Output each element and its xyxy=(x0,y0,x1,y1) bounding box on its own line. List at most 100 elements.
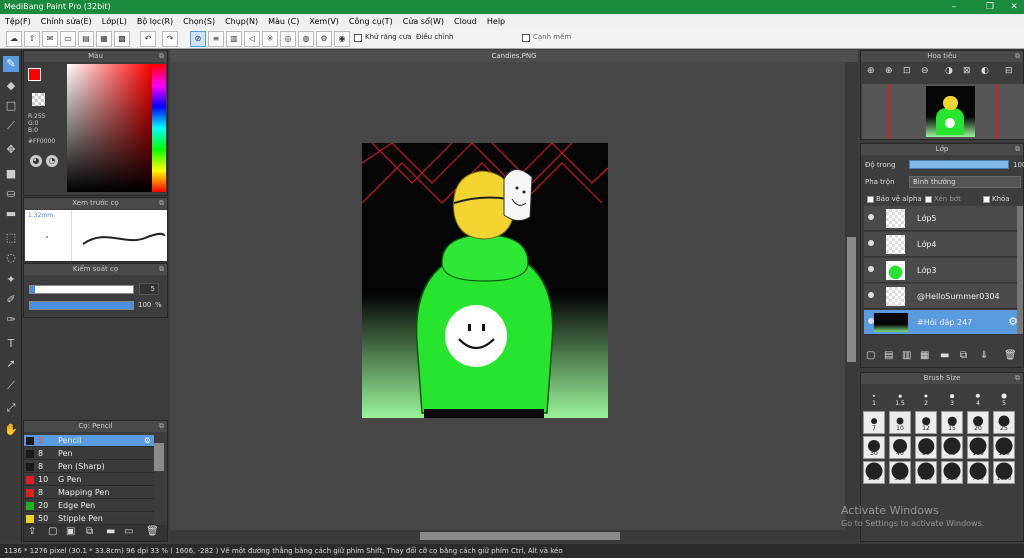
brush-size-option[interactable]: 500 xyxy=(941,461,963,484)
redo-icon[interactable]: ↷ xyxy=(162,31,178,47)
lasso-tool-icon[interactable]: ◌ xyxy=(3,250,19,266)
antialias-checkbox[interactable] xyxy=(354,34,362,42)
brush-size-option[interactable]: 5 xyxy=(993,386,1015,409)
brush-size-option[interactable]: 20 xyxy=(967,411,989,434)
layer-item[interactable]: Lớp5 xyxy=(864,206,1022,231)
minimize-icon[interactable]: – xyxy=(944,0,964,14)
menu-layer[interactable]: Lớp(L) xyxy=(97,14,132,29)
brush-cloud-icon[interactable]: ▭ xyxy=(124,526,133,537)
brush-size-option[interactable]: 3 xyxy=(941,386,963,409)
brush-item[interactable]: 20 Edge Pen xyxy=(24,500,154,512)
circle-snap-icon[interactable]: ◎ xyxy=(280,31,296,47)
brush-delete-icon[interactable]: 🗑 xyxy=(146,526,159,537)
brush-item[interactable]: 50 Stipple Pen xyxy=(24,513,154,525)
new-halftone-layer-icon[interactable]: ▤ xyxy=(884,350,893,361)
merge-layer-icon[interactable]: ⇓ xyxy=(980,350,988,361)
blend-mode-select[interactable]: Bình thường xyxy=(909,176,1021,188)
primary-color-swatch[interactable] xyxy=(28,68,41,81)
soft-edge-checkbox[interactable] xyxy=(522,34,530,42)
protect-alpha-checkbox[interactable] xyxy=(867,195,874,203)
brush-item[interactable]: 5 Pencil ⚙ xyxy=(24,435,154,447)
brush-size-option[interactable]: 70 xyxy=(941,436,963,459)
text-tool-icon[interactable]: T xyxy=(3,336,19,352)
brush-item[interactable]: 8 Pen xyxy=(24,448,154,460)
protect-alpha-toggle[interactable]: Bảo vệ alpha xyxy=(867,195,922,203)
menu-color[interactable]: Màu (C) xyxy=(263,14,304,29)
new-8bit-layer-icon[interactable]: ▥ xyxy=(902,350,911,361)
upload-icon[interactable]: ⇧ xyxy=(24,31,40,47)
maximize-icon[interactable]: ⧉ xyxy=(1015,373,1020,384)
brush-size-option[interactable]: 400 xyxy=(915,461,937,484)
menu-view[interactable]: Xem(V) xyxy=(304,14,344,29)
visibility-eye-icon[interactable] xyxy=(868,292,874,298)
transparent-swatch[interactable] xyxy=(32,93,45,106)
gear-icon[interactable]: ⚙ xyxy=(144,435,151,447)
rotate-right-icon[interactable]: ◐ xyxy=(981,66,989,76)
layer-folder-icon[interactable]: ▬ xyxy=(940,350,949,361)
bucket-tool-icon[interactable]: ⛀ xyxy=(3,186,19,202)
move-tool-icon[interactable]: ✥ xyxy=(3,142,19,158)
brush-size-option[interactable]: 150 xyxy=(993,436,1015,459)
lock-toggle[interactable]: Khóa xyxy=(983,195,1010,203)
menu-edit[interactable]: Chỉnh sửa(E) xyxy=(36,14,97,29)
saturation-value-picker[interactable] xyxy=(67,64,152,192)
maximize-icon[interactable]: ⧉ xyxy=(1015,144,1020,155)
visibility-eye-icon[interactable] xyxy=(868,266,874,272)
brush-size-option[interactable]: 12 xyxy=(915,411,937,434)
dot-tool-icon[interactable]: ⟋ xyxy=(3,118,19,134)
brush-size-option[interactable]: 700 xyxy=(967,461,989,484)
maximize-icon[interactable]: ⧉ xyxy=(1015,51,1020,62)
brush-size-option[interactable]: 300 xyxy=(889,461,911,484)
maximize-icon[interactable]: ⧉ xyxy=(159,198,164,209)
shape-tool-icon[interactable]: □ xyxy=(3,98,19,114)
layer-item[interactable]: #Hỏi đáp 247 ⚙ xyxy=(864,310,1022,335)
menu-select[interactable]: Chọn(S) xyxy=(178,14,220,29)
divide-tool-icon[interactable]: ⟋ xyxy=(3,378,19,394)
brush-size-input[interactable]: 5 xyxy=(139,283,159,295)
mask-icon[interactable]: ◉ xyxy=(334,31,350,47)
brush-item[interactable]: 8 Mapping Pen xyxy=(24,487,154,499)
brush-size-option[interactable]: 1000 xyxy=(993,461,1015,484)
brush-size-option[interactable]: 100 xyxy=(967,436,989,459)
horizontal-scroll-thumb[interactable] xyxy=(420,532,620,540)
hue-slider[interactable] xyxy=(152,64,166,192)
select-tool-icon[interactable]: ⬚ xyxy=(3,230,19,246)
brush-tool-icon[interactable]: ✎ xyxy=(3,56,19,72)
brush-size-option[interactable]: 2 xyxy=(915,386,937,409)
magic-wand-tool-icon[interactable]: ✦ xyxy=(3,272,19,288)
eraser-tool-icon[interactable]: ◆ xyxy=(3,78,19,94)
document-icon[interactable]: ▦ xyxy=(96,31,112,47)
menu-window[interactable]: Cửa sổ(W) xyxy=(398,14,449,29)
brush-new-icon[interactable]: ▢ xyxy=(48,526,57,537)
visibility-eye-icon[interactable] xyxy=(868,214,874,220)
settings-snap-icon[interactable]: ⚙ xyxy=(316,31,332,47)
gradient-tool-icon[interactable]: ▬ xyxy=(3,206,19,222)
brush-size-option[interactable]: 50 xyxy=(915,436,937,459)
brush-size-option[interactable]: 40 xyxy=(889,436,911,459)
menu-snap[interactable]: Chụp(N) xyxy=(220,14,263,29)
flip-icon[interactable]: ⊟ xyxy=(1005,66,1013,76)
menu-filter[interactable]: Bộ lọc(R) xyxy=(132,14,178,29)
delete-layer-icon[interactable]: 🗑 xyxy=(1004,350,1017,361)
brush-size-option[interactable]: 200 xyxy=(863,461,885,484)
select-pen-tool-icon[interactable]: ✐ xyxy=(3,292,19,308)
layer-item[interactable]: @HelloSummer0304 xyxy=(864,284,1022,309)
parallel-snap-icon[interactable]: ≡ xyxy=(208,31,224,47)
brush-size-option[interactable]: 30 xyxy=(863,436,885,459)
brush-settings-icon[interactable]: ▣ xyxy=(66,526,75,537)
brush-size-option[interactable]: 25 xyxy=(993,411,1015,434)
duplicate-layer-icon[interactable]: ⧉ xyxy=(960,350,967,361)
brush-size-option[interactable]: 1 xyxy=(863,386,885,409)
menu-tools[interactable]: Công cụ(T) xyxy=(344,14,398,29)
select-eraser-tool-icon[interactable]: ✑ xyxy=(3,312,19,328)
add-layer-menu-icon[interactable]: ▦ xyxy=(920,350,929,361)
snap-off-icon[interactable]: ⊘ xyxy=(190,31,206,47)
clipping-checkbox[interactable] xyxy=(925,195,932,203)
vertical-scroll-thumb[interactable] xyxy=(847,237,856,362)
brush-size-option[interactable]: 10 xyxy=(889,411,911,434)
layer-opacity-slider[interactable] xyxy=(909,160,1009,169)
grid-icon[interactable]: ▩ xyxy=(114,31,130,47)
brush-size-option[interactable]: 7 xyxy=(863,411,885,434)
zoom-out-icon[interactable]: ⊕ xyxy=(885,66,893,76)
hand-tool-icon[interactable]: ✋ xyxy=(3,422,19,438)
